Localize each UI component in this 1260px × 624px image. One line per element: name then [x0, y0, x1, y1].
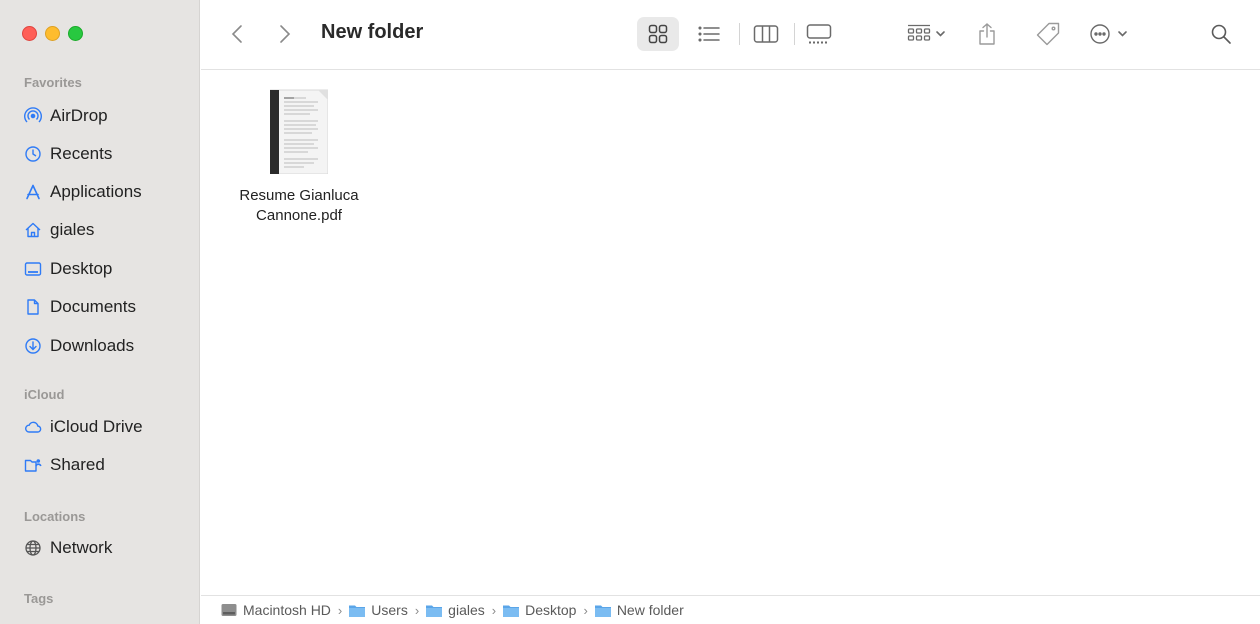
hard-drive-icon [221, 604, 237, 616]
columns-icon [753, 25, 779, 43]
sidebar-item-documents[interactable]: Documents [24, 294, 136, 320]
sidebar-section-locations: Locations [24, 509, 86, 524]
sidebar-item-label: Downloads [50, 336, 135, 355]
path-item-macintosh-hd[interactable]: Macintosh HD [221, 602, 331, 618]
tags-button[interactable] [1035, 20, 1061, 48]
list-icon [698, 26, 720, 42]
window-controls [22, 26, 83, 41]
sidebar-item-giales[interactable]: giales [24, 217, 94, 243]
search-button[interactable] [1209, 20, 1233, 48]
gallery-view-button[interactable] [805, 20, 833, 48]
chevron-right-icon [280, 25, 291, 43]
home-icon [24, 221, 42, 239]
sidebar-item-label: Network [50, 538, 113, 557]
sidebar-item-icloud-drive[interactable]: iCloud Drive [24, 414, 143, 440]
icon-view-button[interactable] [646, 20, 670, 48]
column-view-button[interactable] [752, 20, 780, 48]
path-separator-icon: › [337, 602, 343, 618]
tag-icon [1036, 22, 1060, 46]
sidebar-item-label: Applications [50, 182, 142, 201]
file-name: Resume Gianluca Cannone.pdf [239, 187, 359, 224]
globe-icon [24, 539, 42, 557]
sidebar-item-airdrop[interactable]: AirDrop [24, 103, 108, 129]
desktop-icon [24, 260, 42, 278]
close-window-button[interactable] [22, 26, 37, 41]
file-browser-area[interactable]: Resume Gianluca Cannone.pdf [201, 70, 1260, 595]
applications-icon [24, 183, 42, 201]
ellipsis-circle-icon [1090, 24, 1127, 44]
back-button[interactable] [227, 20, 247, 48]
path-item-desktop[interactable]: Desktop [503, 602, 576, 618]
path-item-label: New folder [616, 602, 684, 618]
sidebar-item-downloads[interactable]: Downloads [24, 333, 134, 359]
chevron-left-icon [231, 25, 242, 43]
airdrop-icon [24, 107, 42, 125]
group-by-button[interactable] [907, 20, 947, 48]
list-view-button[interactable] [697, 20, 721, 48]
sidebar-item-label: Recents [50, 144, 113, 163]
toolbar-separator [739, 23, 740, 45]
pdf-document-icon [269, 88, 329, 175]
path-bar: Macintosh HD › Users › giales › Desktop … [201, 595, 1260, 624]
shared-folder-icon [24, 456, 42, 474]
path-item-users[interactable]: Users [349, 602, 408, 618]
sidebar-item-label: Documents [50, 297, 136, 316]
sidebar-section-favorites: Favorites [24, 75, 82, 90]
zoom-window-button[interactable] [68, 26, 83, 41]
folder-icon [503, 605, 520, 617]
path-separator-icon: › [583, 602, 588, 618]
clock-icon [24, 145, 42, 163]
document-icon [24, 298, 42, 316]
cloud-icon [24, 418, 42, 436]
sidebar-item-label: AirDrop [50, 106, 108, 125]
sidebar-item-label: Desktop [50, 259, 113, 278]
sidebar-item-shared[interactable]: Shared [24, 452, 105, 478]
path-item-label: giales [448, 602, 485, 618]
minimize-window-button[interactable] [45, 26, 60, 41]
sidebar-section-tags: Tags [24, 591, 54, 606]
sidebar-item-desktop[interactable]: Desktop [24, 256, 112, 282]
sidebar-item-network[interactable]: Network [24, 535, 112, 561]
more-actions-button[interactable] [1089, 20, 1135, 48]
path-item-label: Users [371, 602, 408, 618]
search-icon [1211, 24, 1231, 44]
folder-icon [426, 605, 443, 617]
folder-icon [349, 605, 366, 617]
forward-button[interactable] [275, 20, 295, 48]
path-item-giales[interactable]: giales [426, 602, 485, 618]
sidebar-section-icloud: iCloud [24, 387, 65, 402]
sidebar-item-label: Shared [50, 455, 105, 474]
path-separator-icon: › [491, 602, 497, 618]
sidebar-item-label: iCloud Drive [50, 417, 143, 436]
file-item[interactable]: Resume Gianluca Cannone.pdf [219, 88, 379, 226]
share-button[interactable] [976, 20, 998, 48]
group-icon [907, 24, 945, 41]
folder-icon [594, 605, 611, 617]
share-icon [979, 23, 995, 45]
path-item-label: Desktop [525, 602, 577, 618]
path-item-label: Macintosh HD [243, 602, 331, 618]
sidebar-item-applications[interactable]: Applications [24, 179, 142, 205]
path-item-new-folder[interactable]: New folder [594, 602, 684, 618]
download-icon [24, 337, 42, 355]
gallery-icon [806, 24, 832, 44]
path-separator-icon: › [414, 602, 420, 618]
sidebar: Favorites AirDrop Recents Applications g… [0, 0, 200, 624]
sidebar-item-label: giales [50, 220, 95, 239]
grid-icon [648, 24, 668, 44]
toolbar-separator [794, 23, 795, 45]
sidebar-item-recents[interactable]: Recents [24, 141, 112, 167]
window-title: New folder [321, 21, 424, 43]
toolbar: New folder [201, 0, 1260, 70]
